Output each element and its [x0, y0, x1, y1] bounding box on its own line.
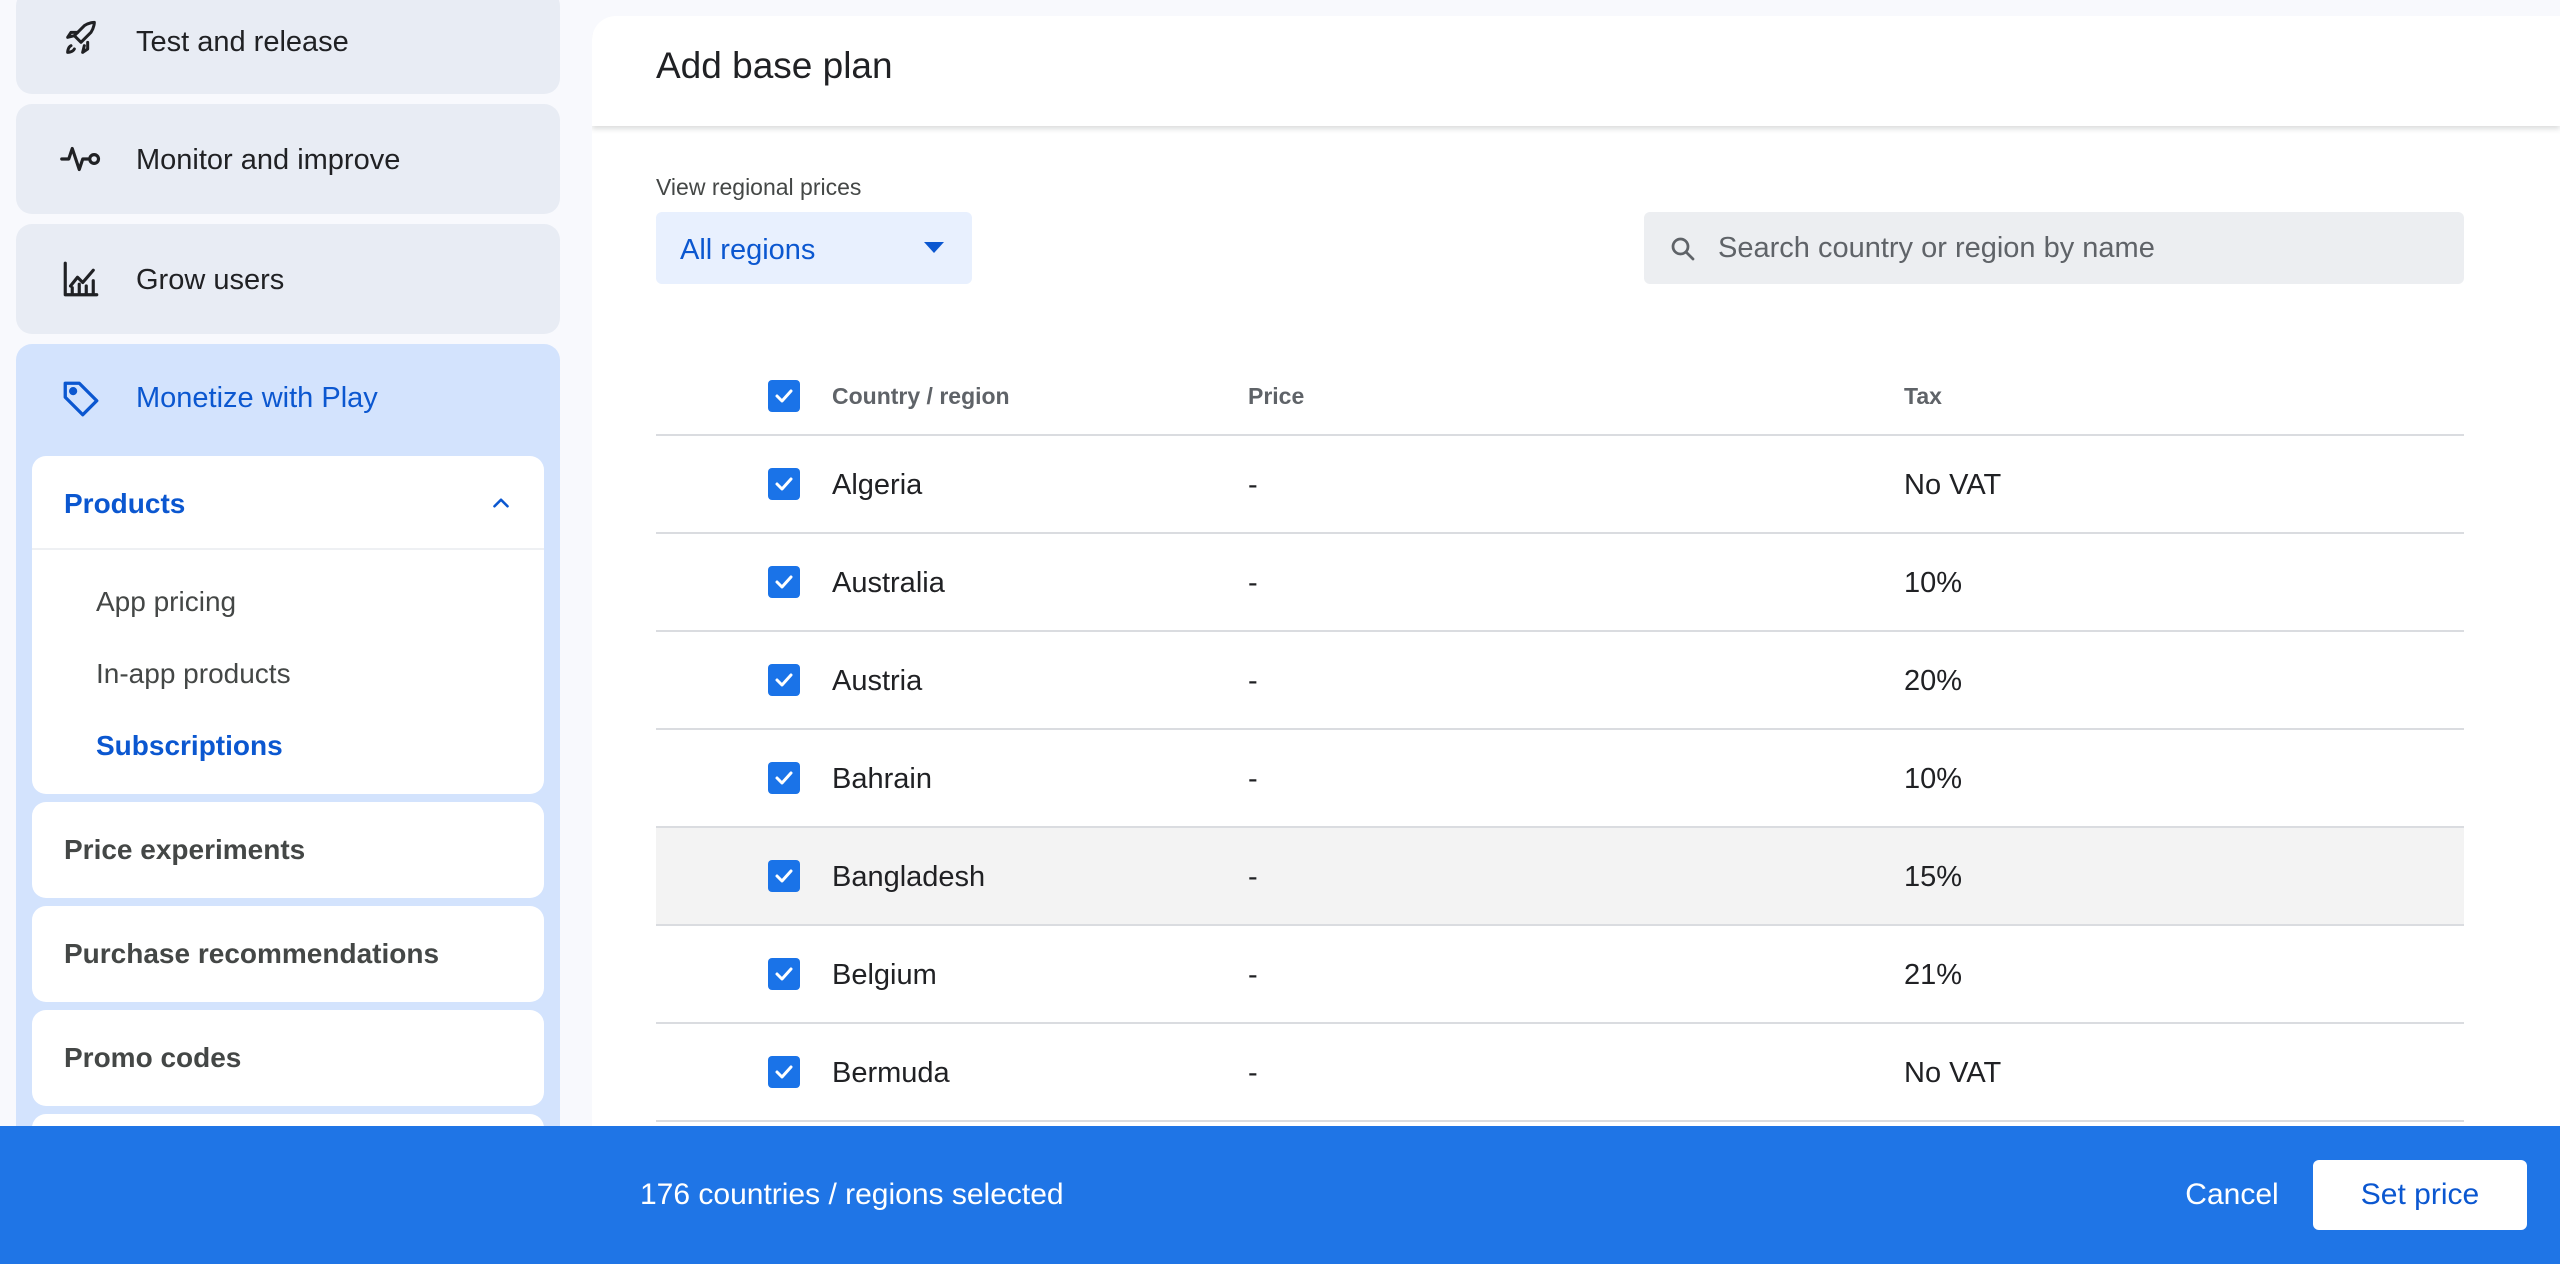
- table-row[interactable]: Bangladesh - 15%: [656, 828, 2464, 926]
- products-group: Products App pricing In-app products Sub…: [32, 456, 544, 794]
- check-icon: [775, 575, 793, 589]
- main-panel: Add base plan View regional prices All r…: [592, 16, 2560, 1264]
- regions-table: Country / region Price Tax Algeria - No …: [656, 356, 2464, 1122]
- row-checkbox[interactable]: [768, 762, 800, 794]
- sidebar-item-promo-codes[interactable]: Promo codes: [32, 1010, 544, 1106]
- cell-tax: 10%: [1904, 763, 1963, 795]
- price-experiments-label: Price experiments: [64, 834, 306, 865]
- cell-tax: No VAT: [1904, 469, 2002, 501]
- table-row[interactable]: Austria - 20%: [656, 632, 2464, 730]
- cell-tax: 21%: [1904, 959, 1963, 991]
- cell-price: -: [1248, 469, 1258, 501]
- table-row[interactable]: Bermuda - No VAT: [656, 1024, 2464, 1122]
- cell-country: Bermuda: [832, 1057, 950, 1089]
- tag-icon: [58, 376, 104, 422]
- sidebar-item-app-pricing[interactable]: App pricing: [96, 586, 236, 618]
- cell-tax: No VAT: [1904, 1057, 2002, 1089]
- cell-price: -: [1248, 1057, 1258, 1089]
- cell-tax: 10%: [1904, 567, 1963, 599]
- row-checkbox[interactable]: [768, 958, 800, 990]
- promo-codes-label: Promo codes: [64, 1042, 242, 1073]
- nav-test-and-release-label: Test and release: [136, 26, 349, 58]
- purchase-recommendations-label: Purchase recommendations: [64, 938, 440, 969]
- search-icon: [1668, 234, 1698, 264]
- table-header: Country / region Price Tax: [656, 356, 2464, 436]
- col-header-price[interactable]: Price: [1248, 383, 1304, 410]
- cell-country: Austria: [832, 665, 923, 697]
- nav-monitor-and-improve-label: Monitor and improve: [136, 144, 401, 176]
- selection-action-bar: 176 countries / regions selected Cancel …: [0, 1126, 2560, 1264]
- nav-monitor-and-improve[interactable]: Monitor and improve: [16, 104, 560, 214]
- caret-down-icon: [924, 242, 944, 253]
- cell-country: Belgium: [832, 959, 937, 991]
- page-title: Add base plan: [656, 45, 893, 86]
- chevron-up-icon: [488, 490, 514, 516]
- sidebar-item-in-app-products[interactable]: In-app products: [96, 658, 291, 690]
- panel-header: Add base plan: [592, 16, 2560, 126]
- region-filter-dropdown[interactable]: All regions: [656, 212, 972, 284]
- country-search: [1644, 212, 2464, 284]
- selection-count: 176 countries / regions selected: [640, 1178, 1064, 1211]
- row-checkbox[interactable]: [768, 1056, 800, 1088]
- sidebar: Test and release Monitor and improve Gro…: [0, 0, 576, 1264]
- sidebar-item-purchase-recommendations[interactable]: Purchase recommendations: [32, 906, 544, 1002]
- cancel-button[interactable]: Cancel: [2162, 1160, 2302, 1230]
- cell-price: -: [1248, 861, 1258, 893]
- check-icon: [775, 673, 793, 687]
- nav-monetize-label: Monetize with Play: [136, 382, 378, 414]
- view-regional-prices-label: View regional prices: [656, 174, 862, 200]
- search-input[interactable]: [1718, 228, 2438, 268]
- vitals-icon: [58, 136, 104, 182]
- products-toggle[interactable]: Products: [32, 456, 544, 550]
- nav-grow-users[interactable]: Grow users: [16, 224, 560, 334]
- products-label: Products: [64, 488, 186, 519]
- nav-test-and-release[interactable]: Test and release: [16, 0, 560, 94]
- col-header-country[interactable]: Country / region: [832, 383, 1010, 410]
- row-checkbox[interactable]: [768, 860, 800, 892]
- rocket-icon: [58, 16, 104, 62]
- cell-tax: 15%: [1904, 861, 1963, 893]
- nav-grow-users-label: Grow users: [136, 264, 285, 296]
- cell-price: -: [1248, 665, 1258, 697]
- check-icon: [775, 477, 793, 491]
- table-row[interactable]: Bahrain - 10%: [656, 730, 2464, 828]
- cell-price: -: [1248, 567, 1258, 599]
- check-icon: [775, 869, 793, 883]
- sidebar-item-subscriptions[interactable]: Subscriptions: [96, 730, 283, 762]
- col-header-tax[interactable]: Tax: [1904, 383, 1942, 410]
- table-row[interactable]: Australia - 10%: [656, 534, 2464, 632]
- cell-country: Bangladesh: [832, 861, 986, 893]
- cell-country: Australia: [832, 567, 945, 599]
- cell-price: -: [1248, 763, 1258, 795]
- cell-country: Bahrain: [832, 763, 932, 795]
- row-checkbox[interactable]: [768, 566, 800, 598]
- check-icon: [775, 967, 793, 981]
- row-checkbox[interactable]: [768, 468, 800, 500]
- region-filter-value: All regions: [680, 234, 816, 266]
- cell-price: -: [1248, 959, 1258, 991]
- set-price-button[interactable]: Set price: [2313, 1160, 2527, 1230]
- sidebar-item-price-experiments[interactable]: Price experiments: [32, 802, 544, 898]
- cell-tax: 20%: [1904, 665, 1963, 697]
- check-icon: [775, 771, 793, 785]
- table-row[interactable]: Algeria - No VAT: [656, 436, 2464, 534]
- row-checkbox[interactable]: [768, 664, 800, 696]
- chart-trend-icon: [58, 256, 104, 302]
- cell-country: Algeria: [832, 469, 923, 501]
- table-row[interactable]: Belgium - 21%: [656, 926, 2464, 1024]
- select-all-checkbox[interactable]: [768, 380, 800, 412]
- check-icon: [775, 1065, 793, 1079]
- nav-monetize-with-play[interactable]: Monetize with Play: [16, 344, 560, 454]
- check-icon: [775, 389, 793, 403]
